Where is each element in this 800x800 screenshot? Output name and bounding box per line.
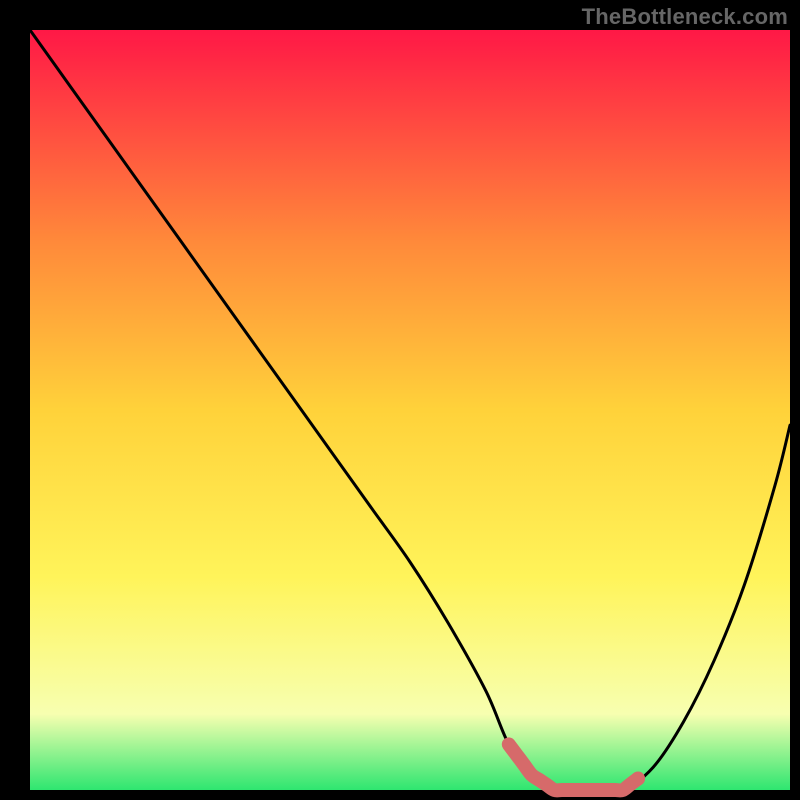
bottleneck-chart: [0, 0, 800, 800]
chart-stage: TheBottleneck.com: [0, 0, 800, 800]
gradient-background: [30, 30, 790, 790]
watermark-text: TheBottleneck.com: [582, 4, 788, 30]
optimal-range-end-dot: [631, 772, 645, 786]
